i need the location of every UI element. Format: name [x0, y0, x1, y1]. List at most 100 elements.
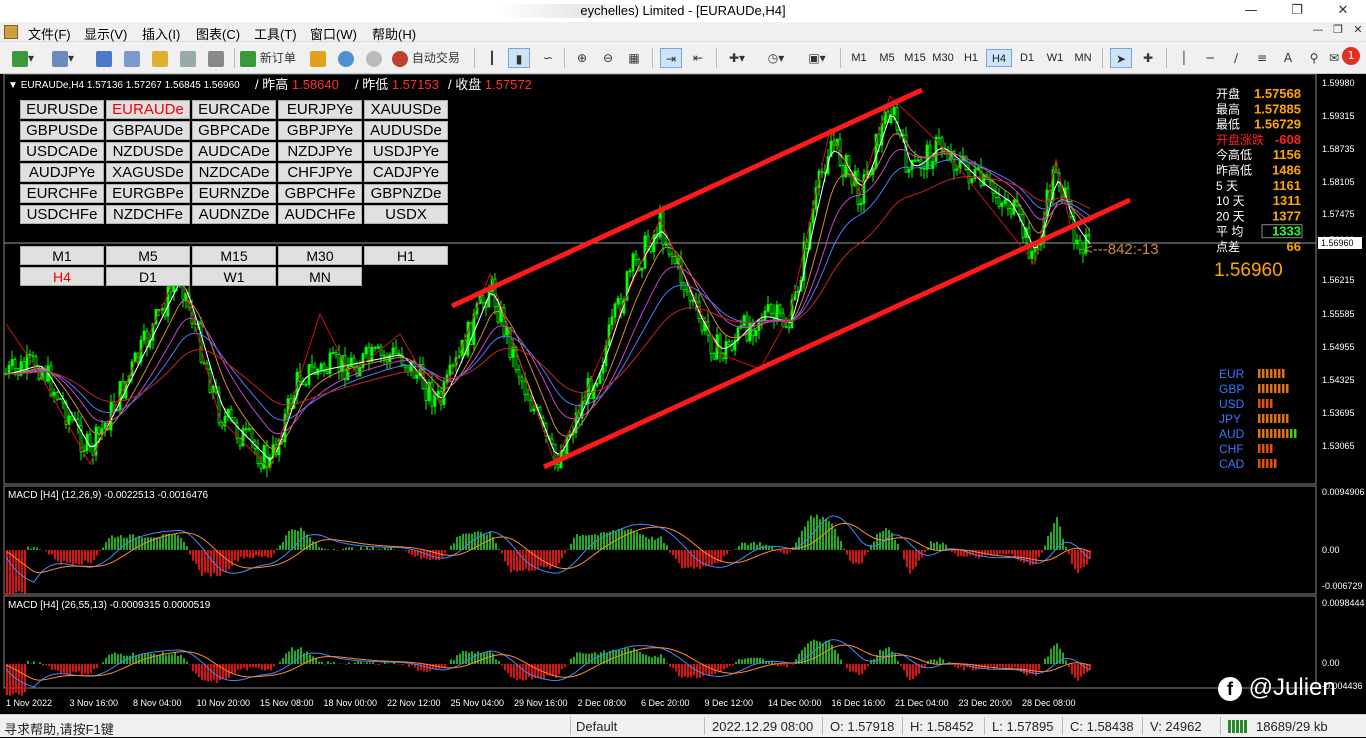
data-window-button[interactable]: [122, 48, 142, 68]
tf-w1[interactable]: W1: [1042, 49, 1068, 67]
minimize-button[interactable]: —: [1228, 0, 1274, 22]
menu-window[interactable]: 窗口(W): [310, 24, 357, 43]
tf-button-h1[interactable]: H1: [364, 246, 448, 265]
vps-button[interactable]: [336, 48, 356, 68]
tester-button[interactable]: [206, 48, 226, 68]
text-tool-icon[interactable]: A: [1278, 48, 1298, 68]
symbol-button-xagusde[interactable]: XAGUSDe: [106, 163, 190, 182]
tf-button-m1[interactable]: M1: [20, 246, 104, 265]
menu-tools[interactable]: 工具(T): [254, 24, 297, 43]
menu-view[interactable]: 显示(V): [84, 24, 127, 43]
tile-windows-icon[interactable]: ▦: [624, 48, 644, 68]
horizontal-line-icon[interactable]: ─: [1200, 48, 1220, 68]
symbol-button-audjpye[interactable]: AUDJPYe: [20, 163, 104, 182]
new-chart-button[interactable]: ▾: [8, 48, 38, 68]
tf-m30[interactable]: M30: [930, 49, 956, 67]
cursor-icon[interactable]: ➤: [1110, 48, 1132, 68]
autoscroll-icon[interactable]: ⇥: [660, 48, 682, 68]
symbol-button-gbpnzde[interactable]: GBPNZDe: [364, 184, 448, 203]
time-axis-label: 9 Dec 12:00: [705, 698, 754, 708]
tf-button-d1[interactable]: D1: [106, 267, 190, 286]
menu-chart[interactable]: 图表(C): [196, 24, 240, 43]
symbol-button-eurusde[interactable]: EURUSDe: [20, 100, 104, 119]
symbol-button-audcade[interactable]: AUDCADe: [192, 142, 276, 161]
symbol-button-usdjpye[interactable]: USDJPYe: [364, 142, 448, 161]
chart-shift-icon[interactable]: ⇤: [688, 48, 708, 68]
tf-button-m5[interactable]: M5: [106, 246, 190, 265]
close-button[interactable]: ✕: [1320, 0, 1366, 22]
new-order-button[interactable]: 新订单: [240, 48, 300, 68]
tf-d1[interactable]: D1: [1014, 49, 1040, 67]
bar-chart-button[interactable]: ┃: [482, 48, 502, 68]
tf-h1[interactable]: H1: [958, 49, 984, 67]
symbol-button-gbpusde[interactable]: GBPUSDe: [20, 121, 104, 140]
symbol-button-usdx[interactable]: USDX: [364, 205, 448, 224]
symbol-button-euraude[interactable]: EURAUDe: [106, 100, 190, 119]
fibonacci-icon[interactable]: ≡: [1252, 48, 1272, 68]
symbol-button-eurchfe[interactable]: EURCHFe: [20, 184, 104, 203]
tf-mn[interactable]: MN: [1070, 49, 1096, 67]
crosshair-tool-icon[interactable]: ✚: [1138, 48, 1158, 68]
symbol-button-xauusde[interactable]: XAUUSDe: [364, 100, 448, 119]
maximize-button[interactable]: ❐: [1274, 0, 1320, 22]
zoom-out-icon[interactable]: ⊖: [598, 48, 618, 68]
symbol-button-audusde[interactable]: AUDUSDe: [364, 121, 448, 140]
vertical-line-icon[interactable]: │: [1174, 48, 1194, 68]
symbol-button-eurgbpe[interactable]: EURGBPe: [106, 184, 190, 203]
auto-trading-button[interactable]: 自动交易: [392, 48, 468, 68]
zoom-in-icon[interactable]: ⊕: [572, 48, 592, 68]
templates-button[interactable]: ▣▾: [800, 48, 834, 68]
symbol-button-eurcade[interactable]: EURCADe: [192, 100, 276, 119]
symbol-button-nzdcade[interactable]: NZDCADe: [192, 163, 276, 182]
info-value: -608: [1275, 132, 1301, 147]
tf-button-h4[interactable]: H4: [20, 267, 104, 286]
symbol-button-gbpjpye[interactable]: GBPJPYe: [278, 121, 362, 140]
chart-window[interactable]: ▼ EURAUDe,H4 1.57136 1.57267 1.56845 1.5…: [0, 74, 1366, 714]
tf-m15[interactable]: M15: [902, 49, 928, 67]
search-icon[interactable]: ⚲: [1304, 48, 1324, 68]
trendline-icon[interactable]: ∕: [1226, 48, 1246, 68]
symbol-button-gbpaude[interactable]: GBPAUDe: [106, 121, 190, 140]
menu-insert[interactable]: 插入(I): [142, 24, 180, 43]
tf-m5[interactable]: M5: [874, 49, 900, 67]
symbol-button-audchfe[interactable]: AUDCHFe: [278, 205, 362, 224]
signals-button[interactable]: [364, 48, 384, 68]
tf-button-m15[interactable]: M15: [192, 246, 276, 265]
child-close-icon[interactable]: ✕: [1350, 23, 1366, 39]
menu-help[interactable]: 帮助(H): [372, 24, 416, 43]
symbol-button-cadjpye[interactable]: CADJPYe: [364, 163, 448, 182]
tf-button-mn[interactable]: MN: [278, 267, 362, 286]
child-minimize-icon[interactable]: —: [1310, 23, 1326, 39]
line-chart-button[interactable]: ∽: [538, 48, 558, 68]
meta-editor-button[interactable]: [308, 48, 328, 68]
symbol-button-eurnzde[interactable]: EURNZDe: [192, 184, 276, 203]
symbol-button-nzdusde[interactable]: NZDUSDe: [106, 142, 190, 161]
symbol-button-nzdjpye[interactable]: NZDJPYe: [278, 142, 362, 161]
symbol-button-chfjpye[interactable]: CHFJPYe: [278, 163, 362, 182]
periods-button[interactable]: ◷▾: [760, 48, 792, 68]
child-restore-icon[interactable]: ❐: [1330, 23, 1346, 39]
tf-h4[interactable]: H4: [986, 49, 1012, 67]
market-watch-button[interactable]: [94, 48, 114, 68]
profiles-button[interactable]: ▾: [48, 48, 78, 68]
tf-button-m30[interactable]: M30: [278, 246, 362, 265]
symbol-button-gbpcade[interactable]: GBPCADe: [192, 121, 276, 140]
symbol-button-audnzde[interactable]: AUDNZDe: [192, 205, 276, 224]
status-profile[interactable]: Default: [576, 719, 617, 734]
indicators-button[interactable]: ✚▾: [722, 48, 752, 68]
symbol-button-gbpchfe[interactable]: GBPCHFe: [278, 184, 362, 203]
symbol-button-nzdchfe[interactable]: NZDCHFe: [106, 205, 190, 224]
symbol-button-usdchfe[interactable]: USDCHFe: [20, 205, 104, 224]
symbol-button-eurjpye[interactable]: EURJPYe: [278, 100, 362, 119]
terminal-button[interactable]: [178, 48, 198, 68]
notification-badge[interactable]: 1: [1342, 47, 1360, 65]
tf-m1[interactable]: M1: [846, 49, 872, 67]
chat-icon[interactable]: ✉: [1324, 48, 1344, 68]
tf-button-w1[interactable]: W1: [192, 267, 276, 286]
candlestick-button[interactable]: ▮: [508, 48, 530, 68]
macd-bar: [909, 664, 911, 680]
candle-body: [89, 434, 91, 445]
menu-file[interactable]: 文件(F): [28, 24, 71, 43]
navigator-button[interactable]: [150, 48, 170, 68]
symbol-button-usdcade[interactable]: USDCADe: [20, 142, 104, 161]
